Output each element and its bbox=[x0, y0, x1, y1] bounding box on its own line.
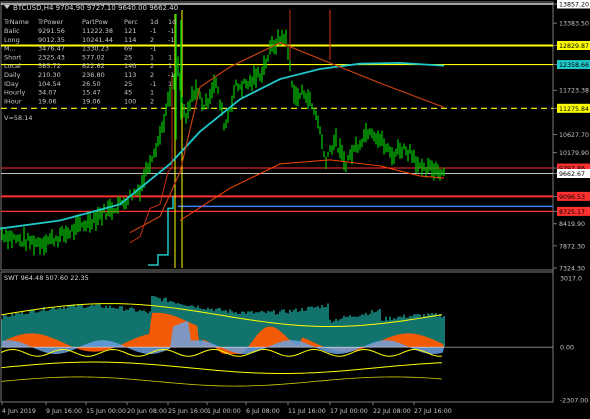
table-cell: 2 bbox=[150, 36, 154, 44]
table-cell: 2 bbox=[150, 62, 154, 70]
table-cell: Balic bbox=[4, 27, 20, 35]
table-header: TrPower bbox=[37, 18, 64, 26]
chart-header: BTCUSD,H4 9704.90 9727.10 9640.00 9662.4… bbox=[4, 4, 178, 12]
table-cell: 236.80 bbox=[82, 71, 105, 79]
price-badge-label: 12358.66 bbox=[559, 62, 589, 69]
table-cell: 25 bbox=[124, 53, 132, 61]
table-cell: 2325.43 bbox=[38, 53, 65, 61]
price-badge-label: 9662.67 bbox=[559, 171, 585, 178]
table-cell: 100 bbox=[124, 97, 136, 105]
time-axis-label: 6 Jul 08:00 bbox=[246, 408, 280, 415]
symbol-line: BTCUSD,H4 9704.90 9727.10 9640.00 9662.4… bbox=[13, 4, 178, 12]
table-cell: 1 bbox=[168, 62, 172, 70]
table-cell: IHour bbox=[4, 97, 22, 105]
time-axis-label: 1 Jul 00:00 bbox=[207, 408, 241, 415]
table-cell: -1 bbox=[168, 71, 174, 79]
time-axis-label: 15 Jun 00:00 bbox=[86, 408, 126, 415]
time-axis-label: 22 Jul 08:00 bbox=[373, 408, 411, 415]
oscillator-axis-label: 3017.0 bbox=[560, 276, 582, 283]
price-badge-label: 12829.87 bbox=[559, 43, 589, 50]
table-cell: 577.02 bbox=[82, 53, 105, 61]
table-cell: 585.72 bbox=[38, 62, 61, 70]
oscillator-axis-label: 0.00 bbox=[560, 345, 574, 352]
table-cell: 45 bbox=[124, 89, 132, 97]
table-cell: -1 bbox=[168, 27, 174, 35]
table-cell: 10241.44 bbox=[82, 36, 113, 44]
table-cell: 113 bbox=[124, 71, 136, 79]
table-cell: 121 bbox=[124, 27, 136, 35]
table-cell: 9012.35 bbox=[38, 36, 65, 44]
table-cell: Long bbox=[4, 36, 20, 44]
price-badge-label: 13857.20 bbox=[559, 2, 589, 9]
price-axis-label: 8419.90 bbox=[559, 221, 585, 228]
table-cell: 210.30 bbox=[38, 71, 61, 79]
table-cell: 1 bbox=[150, 89, 154, 97]
time-axis-label: 4 Jun 2019 bbox=[2, 408, 36, 415]
table-cell: 104.54 bbox=[38, 80, 61, 88]
table-cell: 822.62 bbox=[82, 62, 105, 70]
table-cell: 19.06 bbox=[82, 97, 101, 105]
time-axis-label: 27 Jul 16:00 bbox=[414, 408, 452, 415]
table-cell: 114 bbox=[124, 36, 136, 44]
time-axis-label: 9 Jun 16:00 bbox=[46, 408, 82, 415]
table-cell: 69 bbox=[124, 45, 132, 53]
table-cell: 15.47 bbox=[82, 89, 101, 97]
table-cell: -1 bbox=[150, 45, 156, 53]
price-axis-label: 10627.70 bbox=[559, 132, 589, 139]
table-cell: Daily bbox=[4, 71, 21, 79]
table-cell: 2 bbox=[150, 71, 154, 79]
price-badge-label: 11275.84 bbox=[559, 106, 589, 113]
table-cell: -1 bbox=[150, 80, 156, 88]
table-cell: 9291.56 bbox=[38, 27, 65, 35]
table-cell: -1 bbox=[168, 36, 174, 44]
time-axis-label: 25 Jun 16:00 bbox=[168, 408, 208, 415]
oscillator-label: SWT 964.48 507.60 22.35 bbox=[4, 274, 89, 282]
table-cell: 26.50 bbox=[82, 80, 101, 88]
time-axis-label: 20 Jun 08:00 bbox=[127, 408, 167, 415]
price-axis-label: 7324.30 bbox=[559, 266, 585, 273]
table-cell: IDay bbox=[4, 80, 19, 88]
table-header: 1d bbox=[168, 18, 176, 26]
table-cell: 25 bbox=[124, 80, 132, 88]
table-cell: Hourly bbox=[4, 89, 25, 97]
price-badge-label: 9096.53 bbox=[559, 194, 585, 201]
table-header: PartPow bbox=[82, 18, 108, 26]
table-cell: -1 bbox=[150, 27, 156, 35]
table-cell: 2 bbox=[150, 97, 154, 105]
table-cell: 1 bbox=[168, 53, 172, 61]
price-axis-label: 7872.30 bbox=[559, 243, 585, 250]
table-cell: 1 bbox=[150, 53, 154, 61]
indicator-value-label: V=58.14 bbox=[4, 114, 33, 122]
table-cell: 19.06 bbox=[38, 97, 57, 105]
trading-chart[interactable]: BTCUSD,H4 9704.90 9727.10 9640.00 9662.4… bbox=[0, 0, 590, 419]
table-header: 1d bbox=[150, 18, 158, 26]
table-header: TrName bbox=[3, 18, 29, 26]
table-cell: 1330.23 bbox=[82, 45, 109, 53]
table-cell: Short bbox=[4, 53, 22, 61]
table-cell: 34.07 bbox=[38, 89, 57, 97]
table-cell: M... bbox=[4, 45, 16, 53]
table-cell: 140 bbox=[124, 62, 136, 70]
table-header: Perc bbox=[124, 18, 138, 26]
oscillator-axis-label: -2307.00 bbox=[560, 398, 588, 405]
price-axis-label: 10179.90 bbox=[559, 150, 589, 157]
table-cell: Local bbox=[4, 62, 21, 70]
table-cell: 11222.38 bbox=[82, 27, 113, 35]
time-axis-label: 17 Jul 00:00 bbox=[330, 408, 368, 415]
price-badge-label: 8725.17 bbox=[559, 209, 585, 216]
price-axis-label: 11723.38 bbox=[559, 88, 589, 95]
table-cell: 3476.47 bbox=[38, 45, 65, 53]
price-axis-label: 13383.50 bbox=[559, 21, 589, 28]
table-cell: 1 bbox=[168, 80, 172, 88]
time-axis-label: 11 Jul 16:00 bbox=[288, 408, 326, 415]
